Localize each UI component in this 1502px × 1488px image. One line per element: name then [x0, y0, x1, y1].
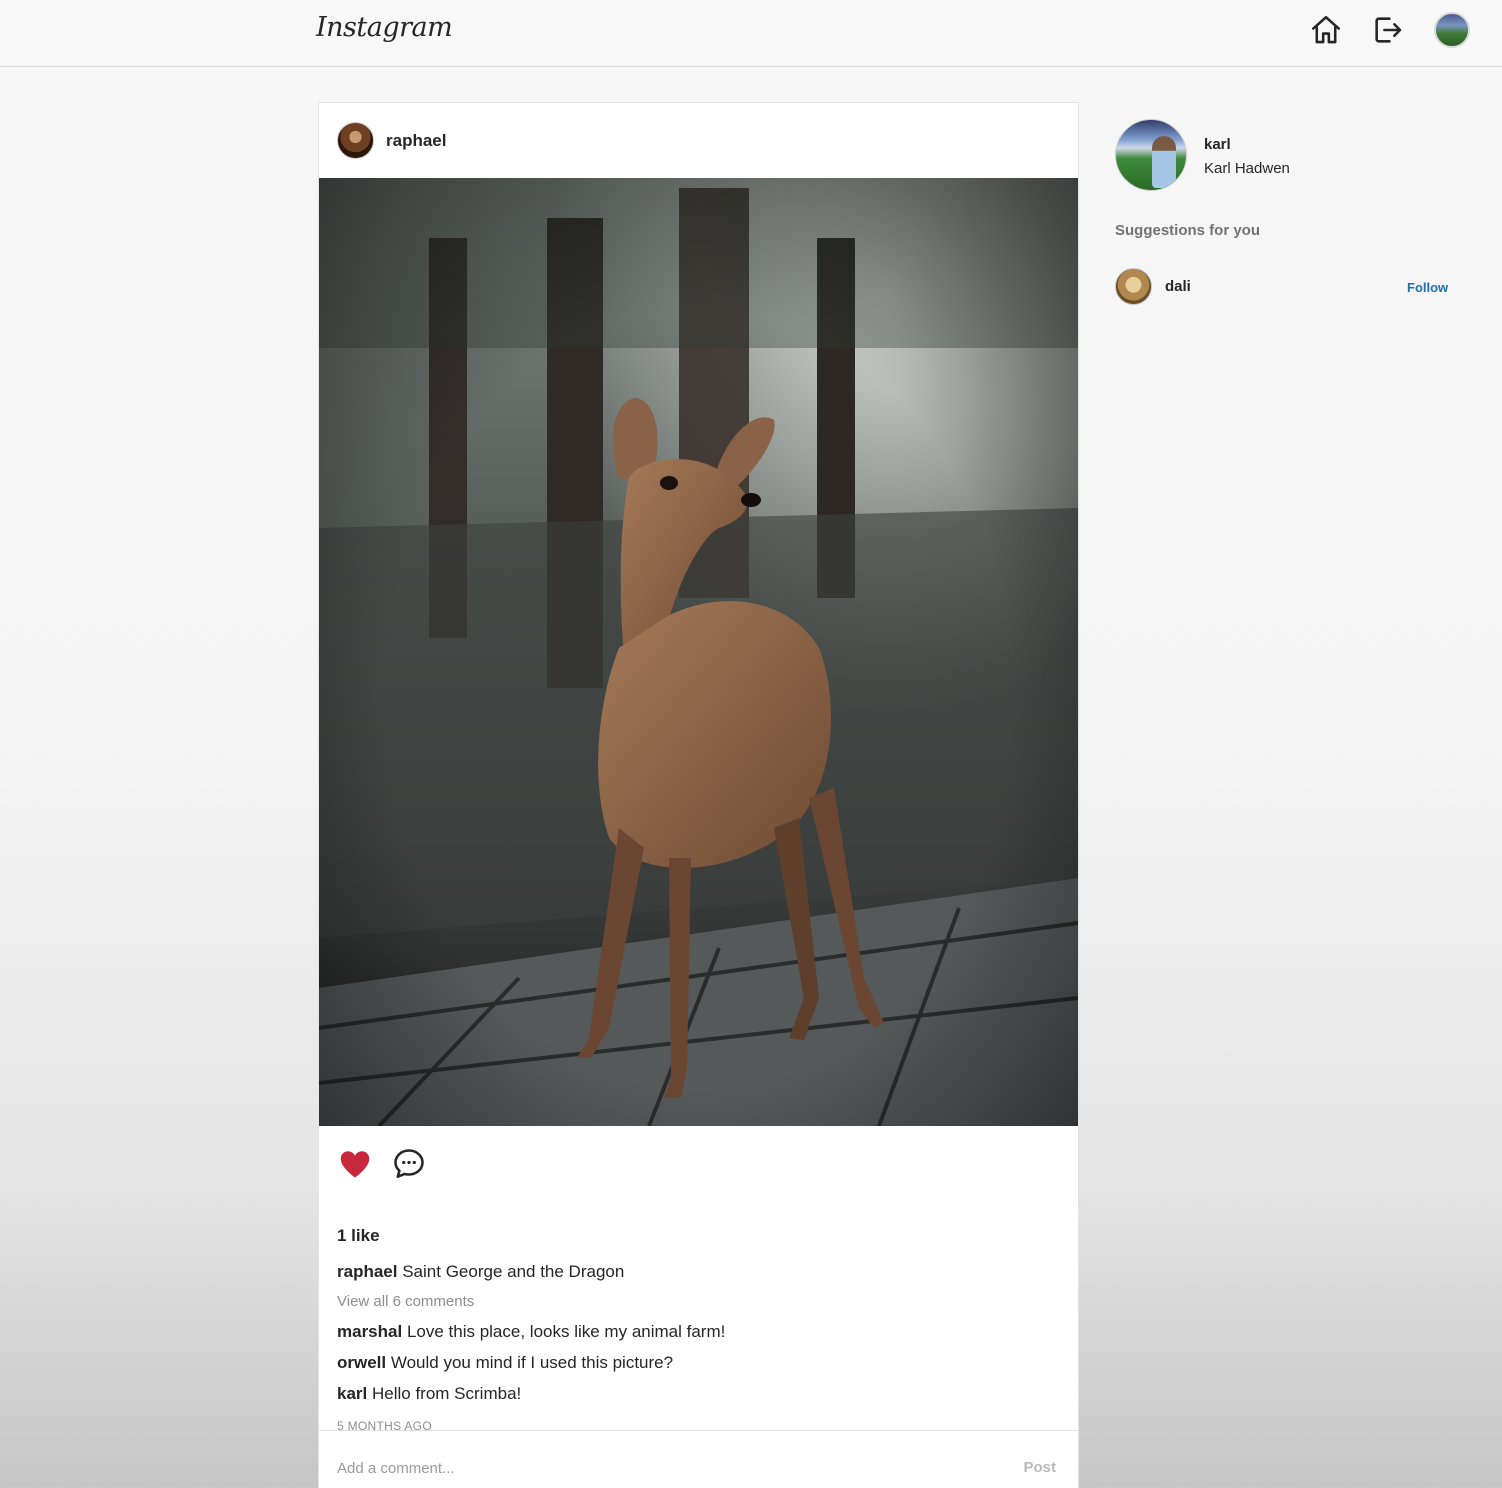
follow-button[interactable]: Follow — [1407, 280, 1448, 295]
post-image[interactable] — [319, 178, 1078, 1126]
current-user-avatar[interactable] — [1115, 119, 1187, 191]
caption-username[interactable]: raphael — [337, 1262, 397, 1281]
comment-text: Love this place, looks like my animal fa… — [406, 1322, 726, 1341]
post-comment-button[interactable]: Post — [1023, 1459, 1056, 1476]
sign-out-icon[interactable] — [1371, 13, 1405, 47]
like-heart-icon[interactable] — [337, 1146, 373, 1182]
home-icon[interactable] — [1309, 13, 1343, 47]
like-count: 1 like — [337, 1226, 380, 1245]
top-nav: Instagram — [0, 0, 1502, 67]
comment-icon[interactable] — [391, 1146, 427, 1182]
post-author-username[interactable]: raphael — [386, 131, 446, 151]
view-all-comments-link[interactable]: View all 6 comments — [337, 1293, 474, 1310]
current-user-username[interactable]: karl — [1204, 136, 1231, 153]
suggestions-heading: Suggestions for you — [1115, 222, 1261, 239]
caption-text: Saint George and the Dragon — [402, 1262, 625, 1281]
avatar-figure — [1152, 136, 1176, 188]
post-card: raphael 1 like raphael Saint George and … — [318, 102, 1079, 1488]
user-avatar[interactable] — [1434, 12, 1470, 48]
post-author-avatar[interactable] — [337, 122, 374, 159]
add-comment-input[interactable] — [337, 1455, 977, 1481]
comment-text: Hello from Scrimba! — [371, 1384, 522, 1403]
current-user-fullname: Karl Hadwen — [1204, 160, 1290, 177]
comment-item: orwell Would you mind if I used this pic… — [337, 1353, 673, 1373]
post-header: raphael — [319, 103, 1078, 178]
post-caption: raphael Saint George and the Dragon — [337, 1262, 624, 1282]
add-comment-form: Post — [319, 1430, 1078, 1488]
comment-text: Would you mind if I used this picture? — [390, 1353, 674, 1372]
comment-username[interactable]: marshal — [337, 1322, 402, 1341]
comment-username[interactable]: orwell — [337, 1353, 386, 1372]
suggestion-avatar[interactable] — [1115, 268, 1152, 305]
comment-username[interactable]: karl — [337, 1384, 367, 1403]
comment-item: marshal Love this place, looks like my a… — [337, 1322, 725, 1342]
comment-item: karl Hello from Scrimba! — [337, 1384, 521, 1404]
suggestion-username[interactable]: dali — [1165, 278, 1191, 295]
instagram-logo[interactable]: Instagram — [316, 12, 453, 43]
